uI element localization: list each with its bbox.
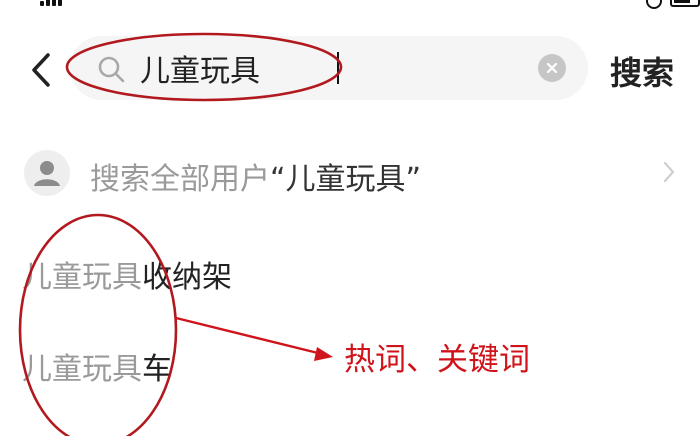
suggestion-item[interactable]: 儿童玩具车 <box>22 344 172 388</box>
annotation-label: 热词、关键词 <box>344 342 530 378</box>
user-icon <box>24 150 70 196</box>
search-box[interactable] <box>70 36 588 100</box>
search-submit-button[interactable]: 搜索 <box>610 48 674 94</box>
signal-icon <box>40 0 74 6</box>
chevron-right-icon <box>663 161 675 183</box>
search-screen: 搜索 搜索全部用户“儿童玩具” 儿童玩具收纳架 儿童玩具车 热词、关键词 <box>0 0 700 436</box>
search-all-users-label: 搜索全部用户“儿童玩具” <box>90 154 421 198</box>
suggestion-rest: 车 <box>142 352 172 387</box>
battery-icon <box>670 0 700 7</box>
search-icon <box>98 56 125 83</box>
annotation-arrowhead <box>314 347 333 361</box>
annotation-ellipse-suggestions <box>18 213 178 436</box>
search-all-users-prefix: 搜索全部用户 <box>90 162 270 197</box>
suggestion-item[interactable]: 儿童玩具收纳架 <box>22 252 232 296</box>
suggestion-rest: 收纳架 <box>142 260 232 295</box>
search-all-users-row[interactable]: 搜索全部用户“儿童玩具” <box>24 146 684 202</box>
alarm-icon <box>646 0 662 9</box>
search-input[interactable] <box>140 46 520 90</box>
status-bar-right <box>646 0 700 10</box>
clear-icon <box>546 62 558 74</box>
suggestion-highlight: 儿童玩具 <box>22 352 142 387</box>
suggestion-highlight: 儿童玩具 <box>22 260 142 295</box>
annotation-arrow-line <box>175 316 323 356</box>
chevron-left-icon <box>32 53 50 87</box>
back-button[interactable] <box>24 50 58 90</box>
search-all-users-keyword: “儿童玩具” <box>270 162 422 197</box>
clear-button[interactable] <box>538 54 566 82</box>
status-bar <box>0 0 700 12</box>
text-caret <box>337 52 339 84</box>
